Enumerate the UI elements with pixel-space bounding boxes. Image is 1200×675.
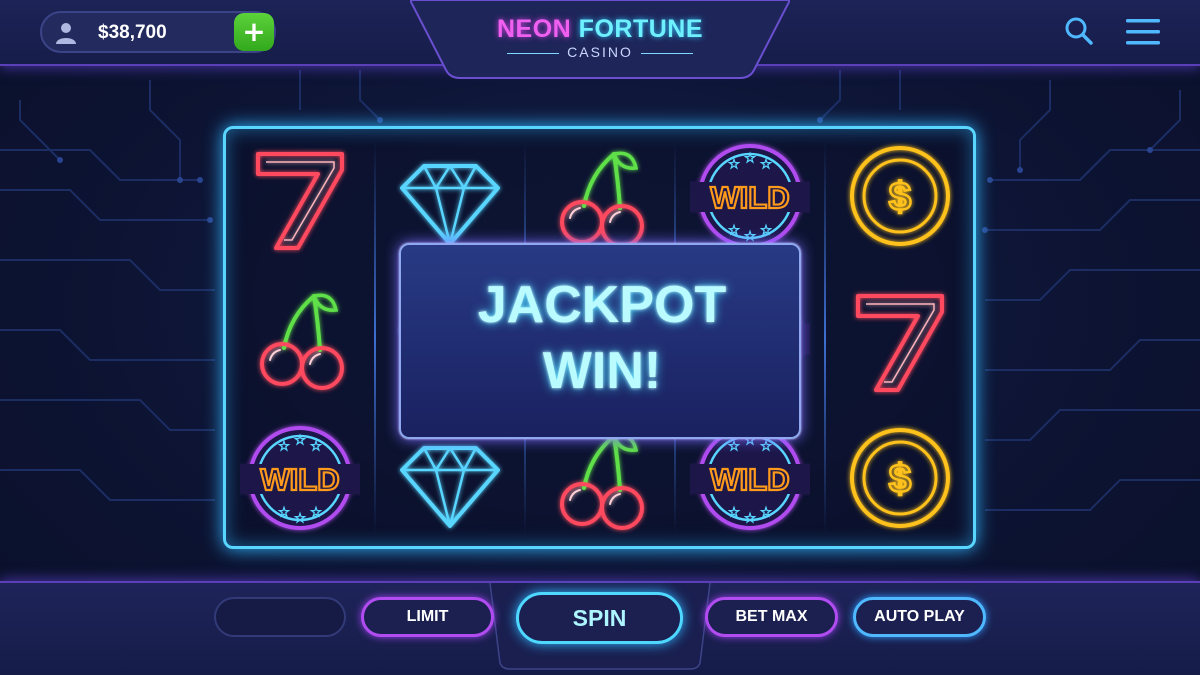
svg-text:★: ★ xyxy=(761,505,772,519)
svg-text:★: ★ xyxy=(761,223,772,237)
svg-text:★: ★ xyxy=(761,157,772,171)
coin-dollar-label: $ xyxy=(889,175,911,219)
svg-text:★: ★ xyxy=(295,511,306,525)
svg-text:★: ★ xyxy=(745,511,756,525)
balance-amount: $38,700 xyxy=(98,22,167,43)
title-word-fortune: FORTUNE xyxy=(578,15,703,43)
wild-label: WILD xyxy=(260,462,339,497)
empty-control-slot xyxy=(214,597,346,637)
diamond-symbol-icon xyxy=(400,164,500,246)
coin-symbol-icon: $ xyxy=(850,146,950,246)
reel-divider xyxy=(824,142,826,534)
hamburger-menu-icon[interactable] xyxy=(1126,18,1160,46)
svg-text:★: ★ xyxy=(729,157,740,171)
jackpot-win-banner: JACKPOT WIN! xyxy=(399,243,801,439)
cherry-symbol-icon xyxy=(560,151,644,248)
user-icon[interactable] xyxy=(54,21,78,45)
seven-symbol-icon xyxy=(256,152,344,250)
wild-label: WILD xyxy=(710,462,789,497)
svg-text:★: ★ xyxy=(279,439,290,453)
add-funds-button[interactable]: + xyxy=(234,13,274,51)
game-subtitle: CASINO xyxy=(410,44,790,60)
coin-dollar-label: $ xyxy=(889,457,911,501)
svg-text:★: ★ xyxy=(729,505,740,519)
bet-max-button[interactable]: BET MAX xyxy=(705,597,838,637)
title-word-neon: NEON xyxy=(496,15,572,43)
auto-play-button[interactable]: AUTO PLAY xyxy=(853,597,986,637)
svg-text:★: ★ xyxy=(761,439,772,453)
cherry-symbol-icon xyxy=(260,293,344,390)
svg-text:★: ★ xyxy=(279,505,290,519)
svg-text:★: ★ xyxy=(729,439,740,453)
svg-text:★: ★ xyxy=(311,505,322,519)
wild-symbol-icon: ★ ★ ★ ★ ★ ★ WILD xyxy=(690,144,810,248)
search-icon[interactable] xyxy=(1064,16,1094,46)
svg-text:★: ★ xyxy=(295,433,306,447)
limit-button[interactable]: LIMIT xyxy=(361,597,494,637)
reel-divider xyxy=(374,142,376,534)
svg-text:★: ★ xyxy=(311,439,322,453)
coin-symbol-icon: $ xyxy=(850,428,950,528)
title-tab: NEON FORTUNE CASINO xyxy=(410,0,790,80)
svg-text:★: ★ xyxy=(729,223,740,237)
svg-text:★: ★ xyxy=(745,151,756,165)
svg-text:★: ★ xyxy=(745,229,756,243)
win-text: WIN! xyxy=(542,342,662,400)
spin-button[interactable]: SPIN xyxy=(516,592,683,644)
jackpot-text: JACKPOT xyxy=(477,276,727,334)
wild-label: WILD xyxy=(710,180,789,215)
game-title: NEON FORTUNE xyxy=(410,15,790,44)
wild-symbol-icon: ★ ★ ★ ★ ★ ★ WILD xyxy=(240,426,360,530)
seven-symbol-icon xyxy=(856,294,944,392)
balance-display: $38,700 + xyxy=(40,11,276,53)
